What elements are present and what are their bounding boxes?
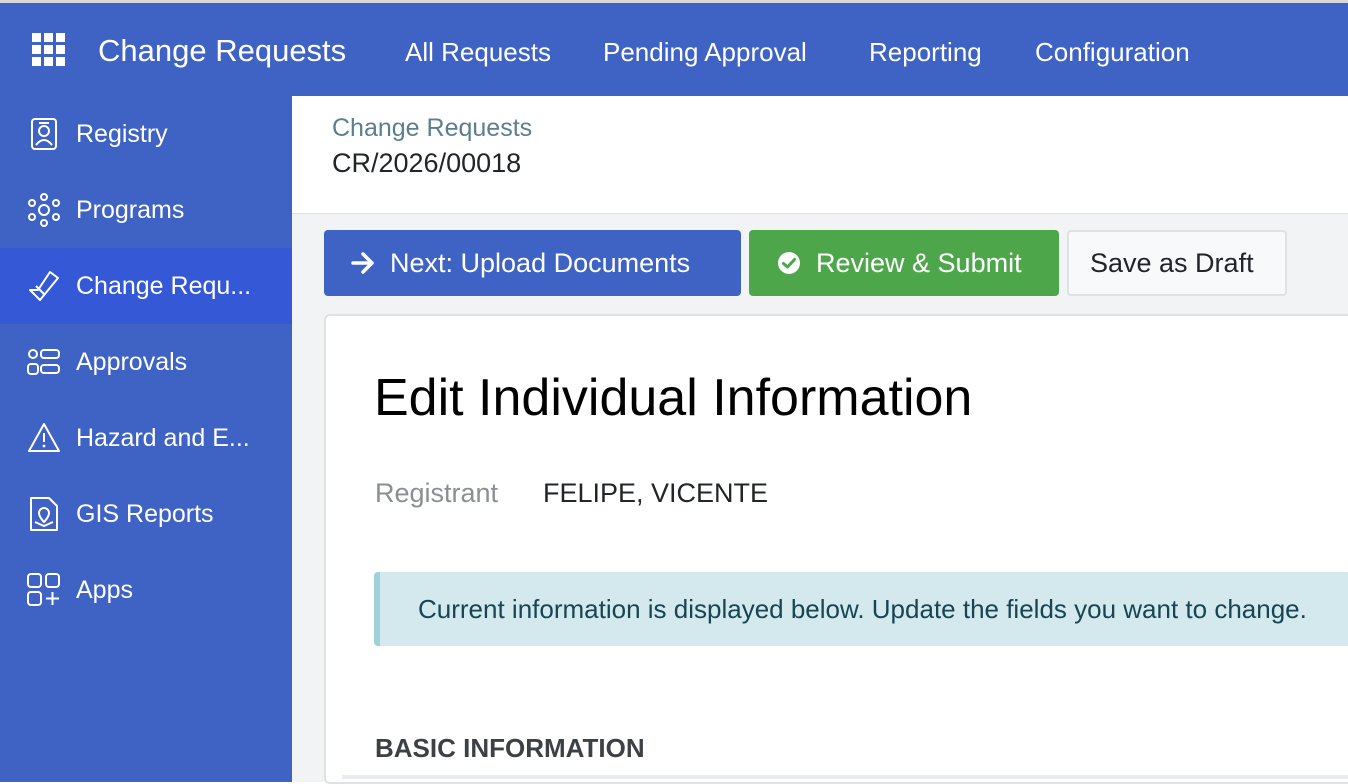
section-heading-basic-information: BASIC INFORMATION	[375, 733, 645, 763]
draft-button-label: Save as Draft	[1090, 247, 1254, 278]
alert-text: Current information is displayed below. …	[418, 594, 1307, 624]
page-title: Edit Individual Information	[374, 369, 973, 427]
nav-pending-approval[interactable]: Pending Approval	[603, 35, 807, 69]
nav-reporting[interactable]: Reporting	[869, 35, 982, 69]
change-request-icon	[29, 271, 59, 301]
breadcrumb-current: CR/2026/00018	[332, 148, 522, 178]
sidebar-item-label: GIS Reports	[76, 499, 214, 528]
gis-report-icon	[30, 497, 58, 531]
arrow-right-icon	[351, 252, 374, 274]
review-submit-button[interactable]: Review & Submit	[749, 230, 1059, 296]
info-alert: Current information is displayed below. …	[374, 572, 1348, 646]
sidebar-item-change-requests[interactable]: Change Requ...	[0, 248, 292, 324]
sidebar-item-label: Registry	[76, 119, 168, 148]
sidebar-item-programs[interactable]: Programs	[0, 172, 292, 248]
programs-icon	[28, 193, 60, 227]
check-circle-icon	[778, 252, 800, 274]
section-divider	[342, 775, 1348, 779]
sidebar-item-registry[interactable]: Registry	[0, 96, 292, 172]
sidebar-item-hazard[interactable]: Hazard and E...	[0, 400, 292, 476]
warning-icon	[28, 423, 60, 452]
nav-all-requests[interactable]: All Requests	[405, 35, 551, 69]
sidebar-item-label: Approvals	[76, 347, 188, 376]
save-as-draft-button[interactable]: Save as Draft	[1067, 230, 1287, 296]
control-panel-header: Change Requests CR/2026/00018	[292, 96, 1348, 214]
next-button-label: Next: Upload Documents	[390, 247, 691, 278]
next-upload-documents-button[interactable]: Next: Upload Documents	[324, 230, 741, 296]
sidebar-item-apps[interactable]: Apps	[0, 552, 292, 628]
review-button-label: Review & Submit	[816, 247, 1022, 278]
approvals-icon	[27, 349, 60, 375]
registrant-value[interactable]: FELIPE, VICENTE	[543, 478, 768, 509]
sidebar-item-label: Programs	[76, 195, 185, 224]
sidebar-item-label: Hazard and E...	[76, 423, 250, 452]
nav-configuration[interactable]: Configuration	[1035, 35, 1190, 69]
breadcrumb-parent-link[interactable]: Change Requests	[332, 114, 532, 143]
sidebar-item-approvals[interactable]: Approvals	[0, 324, 292, 400]
top-navbar: Change Requests All Requests Pending App…	[0, 0, 1348, 96]
sidebar-item-label: Apps	[76, 575, 133, 604]
apps-icon	[27, 573, 60, 606]
registry-icon	[31, 118, 57, 150]
app-title[interactable]: Change Requests	[98, 33, 346, 69]
sidebar-item-label: Change Requ...	[76, 271, 252, 300]
registrant-label: Registrant	[375, 478, 499, 508]
sidebar-item-gis-reports[interactable]: GIS Reports	[0, 476, 292, 552]
app-menu-grid-icon[interactable]	[32, 33, 66, 67]
